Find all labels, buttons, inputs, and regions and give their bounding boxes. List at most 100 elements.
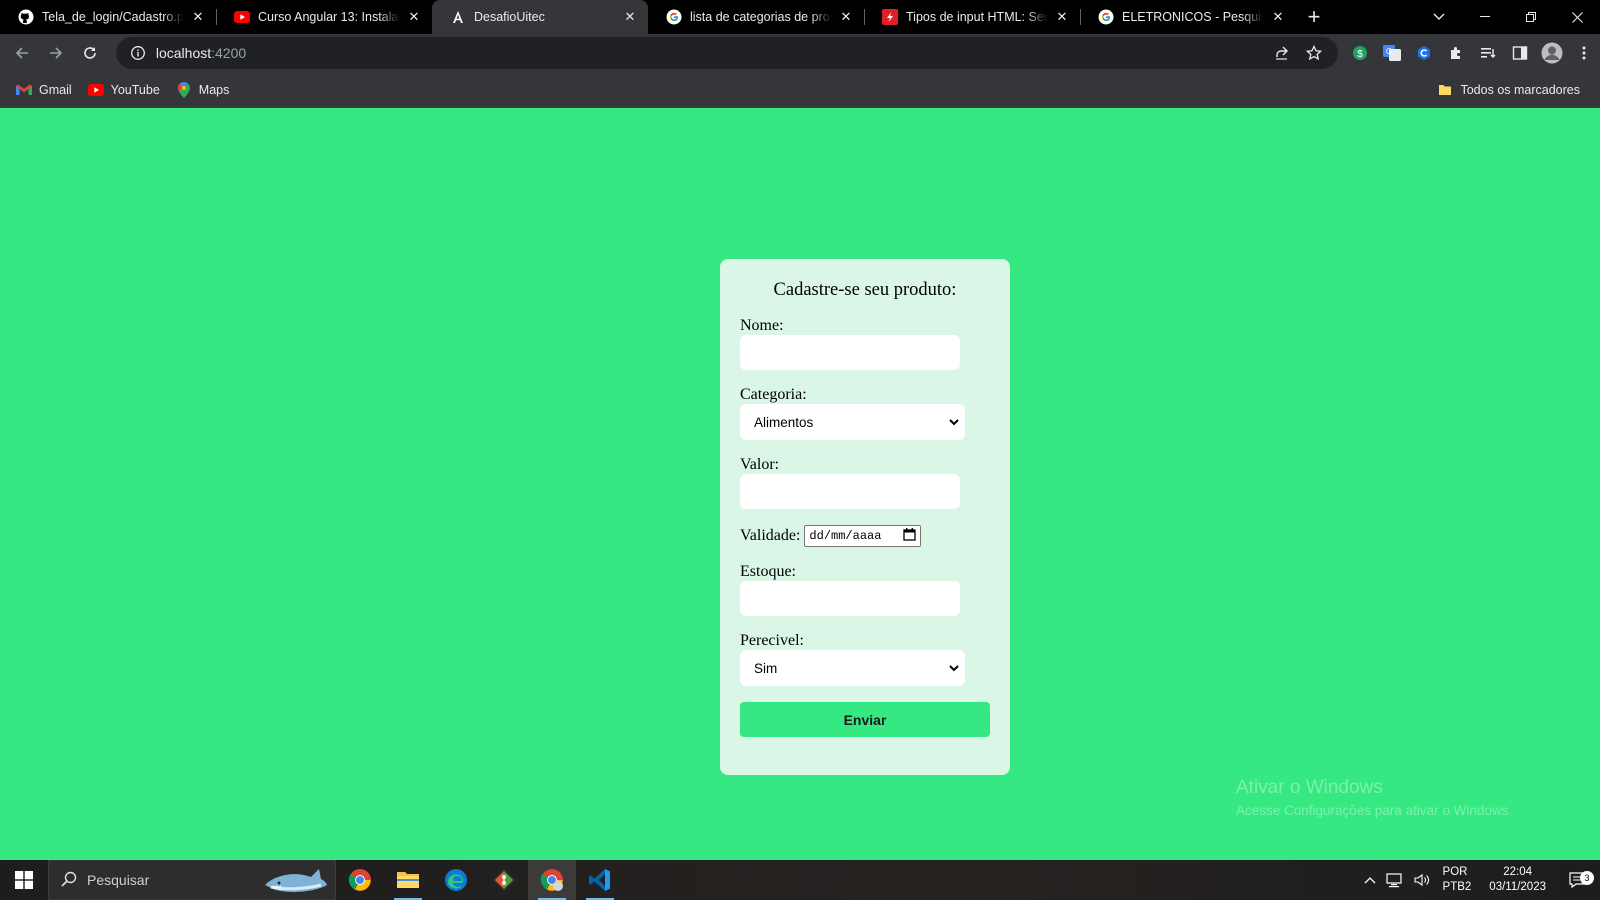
clock-time: 22:04 bbox=[1503, 866, 1533, 878]
extension-c-icon[interactable] bbox=[1408, 37, 1440, 69]
windows-activation-watermark: Ativar o Windows Acesse Configurações pa… bbox=[1236, 777, 1512, 818]
reload-icon[interactable] bbox=[74, 37, 106, 69]
network-icon[interactable] bbox=[1381, 872, 1409, 888]
tab-desafiouitec[interactable]: DesafioUitec ✕ bbox=[432, 0, 648, 34]
form-title: Cadastre-se seu produto: bbox=[773, 280, 957, 300]
new-tab-icon[interactable]: + bbox=[1296, 0, 1332, 34]
categoria-select[interactable]: Alimentos bbox=[740, 404, 965, 440]
tab-tipos-input[interactable]: Tipos de input HTML: Seu site ✕ bbox=[864, 0, 1080, 34]
keyboard-layout: PTB2 bbox=[1442, 881, 1472, 893]
tab-github[interactable]: Tela_de_login/Cadastro.php at main ✕ bbox=[0, 0, 216, 34]
close-window-icon[interactable] bbox=[1554, 0, 1600, 34]
tab-title: Tipos de input HTML: Seu site bbox=[906, 10, 1048, 24]
tab-youtube[interactable]: Curso Angular 13: Instalando o Angular ✕ bbox=[216, 0, 432, 34]
valor-label: Valor: bbox=[740, 456, 780, 473]
site-icon bbox=[882, 9, 898, 25]
taskbar-vscode-icon[interactable] bbox=[576, 860, 624, 900]
tab-title: ELETRONICOS - Pesquisa Google bbox=[1122, 10, 1264, 24]
address-bar[interactable]: localhost:4200 bbox=[115, 37, 1339, 69]
perecivel-label: Perecivel: bbox=[740, 632, 804, 649]
taskbar-file-explorer-icon[interactable] bbox=[384, 860, 432, 900]
extensions-puzzle-icon[interactable] bbox=[1440, 37, 1472, 69]
nome-input[interactable] bbox=[740, 335, 960, 370]
github-icon bbox=[18, 9, 34, 25]
google-translate-icon[interactable]: G bbox=[1376, 37, 1408, 69]
bookmark-label: YouTube bbox=[110, 82, 160, 97]
tab-google-eletronicos[interactable]: ELETRONICOS - Pesquisa Google ✕ bbox=[1080, 0, 1296, 34]
url-host: localhost bbox=[155, 45, 212, 61]
windows-start-icon[interactable] bbox=[0, 860, 48, 900]
bookmarks-bar: Gmail YouTube Maps Todos os marcadores bbox=[0, 72, 1600, 108]
avatar[interactable] bbox=[1536, 37, 1568, 69]
side-panel-icon[interactable] bbox=[1504, 37, 1536, 69]
tab-title: Curso Angular 13: Instalando o Angular bbox=[258, 10, 400, 24]
browser-toolbar: localhost:4200 $ G bbox=[0, 34, 1600, 72]
volume-icon[interactable] bbox=[1409, 872, 1435, 888]
google-icon bbox=[1098, 9, 1114, 25]
page-viewport: Cadastre-se seu produto: Nome: Categoria… bbox=[0, 108, 1600, 860]
taskbar-chrome-active-icon[interactable] bbox=[528, 860, 576, 900]
site-info-icon[interactable] bbox=[130, 45, 146, 61]
tab-close-icon[interactable]: ✕ bbox=[190, 9, 206, 25]
estoque-label: Estoque: bbox=[740, 563, 796, 580]
watermark-title: Ativar o Windows bbox=[1236, 777, 1383, 798]
product-form-card: Cadastre-se seu produto: Nome: Categoria… bbox=[720, 259, 1010, 775]
nome-label: Nome: bbox=[740, 317, 784, 334]
categoria-selected-value: Alimentos bbox=[754, 414, 814, 430]
notification-count-badge: 3 bbox=[1580, 871, 1594, 885]
taskbar-chrome-icon[interactable] bbox=[336, 860, 384, 900]
bookmark-star-icon[interactable] bbox=[1300, 39, 1328, 67]
tray-chevron-up-icon[interactable] bbox=[1359, 876, 1381, 884]
tab-close-icon[interactable]: ✕ bbox=[622, 9, 638, 25]
browser-menu-icon[interactable] bbox=[1568, 37, 1600, 69]
bookmark-youtube[interactable]: YouTube bbox=[80, 76, 168, 104]
forward-icon[interactable] bbox=[40, 37, 72, 69]
tab-search-chevron-icon[interactable] bbox=[1416, 0, 1462, 34]
taskbar-edge-icon[interactable] bbox=[432, 860, 480, 900]
taskbar-search[interactable]: Pesquisar bbox=[48, 860, 336, 900]
angular-icon bbox=[450, 9, 466, 25]
calendar-icon[interactable] bbox=[903, 527, 917, 545]
valor-input[interactable] bbox=[740, 474, 960, 509]
youtube-icon bbox=[234, 9, 250, 25]
tab-title: DesafioUitec bbox=[474, 10, 545, 24]
youtube-icon bbox=[87, 82, 104, 98]
bookmark-label: Gmail bbox=[39, 82, 72, 97]
input-language[interactable]: POR PTB2 bbox=[1435, 865, 1480, 895]
tab-close-icon[interactable]: ✕ bbox=[838, 9, 854, 25]
bookmark-gmail[interactable]: Gmail bbox=[8, 76, 80, 104]
all-bookmarks-folder[interactable]: Todos os marcadores bbox=[1429, 76, 1588, 104]
gmail-icon bbox=[16, 82, 32, 98]
perecivel-select[interactable]: Sim bbox=[740, 650, 965, 686]
google-icon bbox=[666, 9, 682, 25]
estoque-input[interactable] bbox=[740, 581, 960, 616]
restore-icon[interactable] bbox=[1508, 0, 1554, 34]
watermark-subtitle: Acesse Configurações para ativar o Windo… bbox=[1236, 803, 1513, 818]
taskbar-clock[interactable]: 22:04 03/11/2023 bbox=[1479, 865, 1556, 895]
search-highlight-shark-icon bbox=[263, 865, 329, 900]
reading-list-icon[interactable] bbox=[1472, 37, 1504, 69]
tab-close-icon[interactable]: ✕ bbox=[1054, 9, 1070, 25]
extension-dollar-icon[interactable]: $ bbox=[1344, 37, 1376, 69]
clock-date: 03/11/2023 bbox=[1489, 881, 1546, 893]
categoria-label: Categoria: bbox=[740, 386, 807, 403]
svg-text:G: G bbox=[1386, 47, 1392, 56]
bookmark-maps[interactable]: Maps bbox=[168, 76, 238, 104]
share-icon[interactable] bbox=[1268, 39, 1296, 67]
back-icon[interactable] bbox=[6, 37, 38, 69]
perecivel-selected-value: Sim bbox=[754, 660, 778, 676]
validade-date-input[interactable]: dd/mm/aaaa bbox=[804, 525, 922, 547]
tab-google-categorias[interactable]: lista de categorias de produtos ✕ bbox=[648, 0, 864, 34]
tab-close-icon[interactable]: ✕ bbox=[406, 9, 422, 25]
enviar-button[interactable]: Enviar bbox=[740, 702, 990, 737]
taskbar-git-icon[interactable] bbox=[480, 860, 528, 900]
tab-title: lista de categorias de produtos bbox=[690, 10, 832, 24]
tab-title: Tela_de_login/Cadastro.php at main bbox=[42, 10, 184, 24]
bookmark-label: Maps bbox=[198, 82, 230, 97]
windows-taskbar: Pesquisar POR PTB2 22:04 03/11/2023 3 bbox=[0, 860, 1600, 900]
minimize-icon[interactable] bbox=[1462, 0, 1508, 34]
url-port: :4200 bbox=[211, 45, 247, 61]
lang-code: POR bbox=[1442, 866, 1468, 878]
tab-close-icon[interactable]: ✕ bbox=[1270, 9, 1286, 25]
notification-center-icon[interactable]: 3 bbox=[1556, 871, 1600, 889]
